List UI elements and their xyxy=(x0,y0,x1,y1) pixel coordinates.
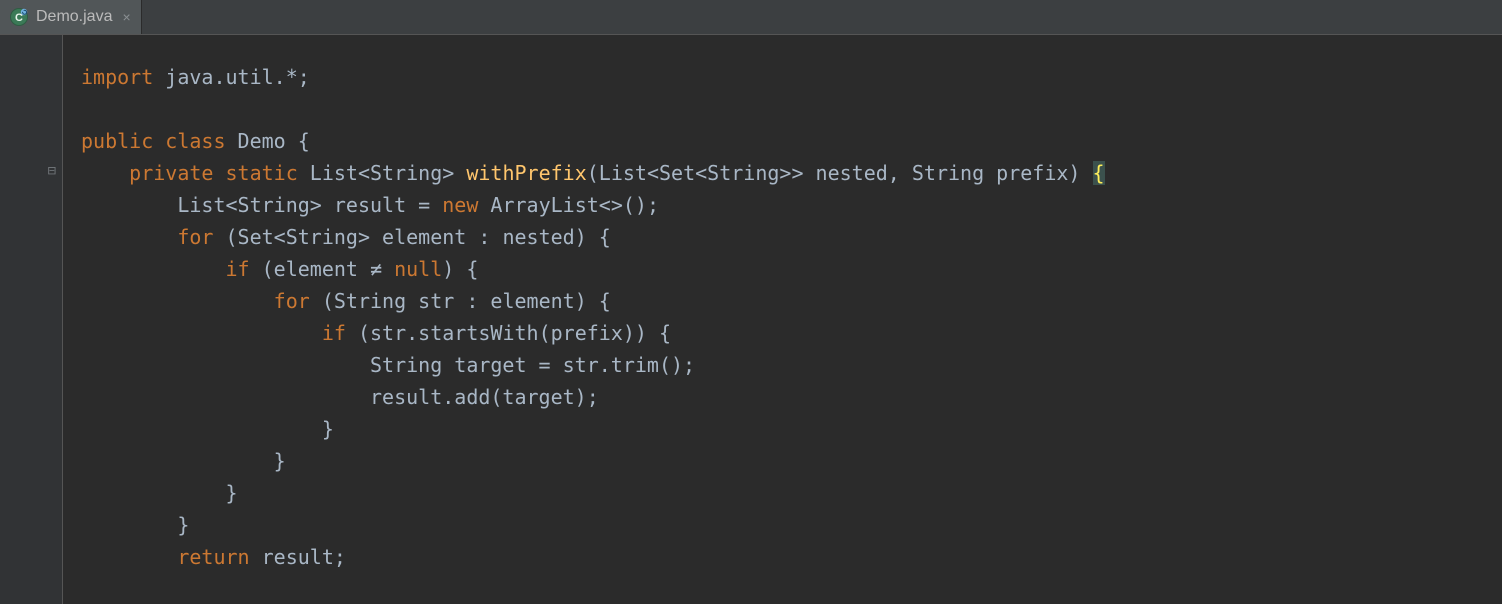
close-icon[interactable]: × xyxy=(120,9,132,25)
editor-tab-demo-java[interactable]: C Demo.java × xyxy=(0,0,142,34)
editor-gutter[interactable]: ⊟ xyxy=(0,35,63,604)
code-token xyxy=(81,257,226,281)
code-token: List<String> result = xyxy=(81,193,442,217)
code-line[interactable]: private static List<String> withPrefix(L… xyxy=(81,157,1502,189)
code-token: } xyxy=(81,513,189,537)
code-token: for xyxy=(177,225,225,249)
code-token: new xyxy=(442,193,490,217)
code-area[interactable]: import java.util.*; public class Demo { p… xyxy=(63,35,1502,604)
code-token: } xyxy=(81,417,334,441)
code-token xyxy=(81,289,274,313)
code-token: (List<Set<String>> nested, String prefix… xyxy=(587,161,1093,185)
code-token xyxy=(81,545,177,569)
editor-tab-label: Demo.java xyxy=(36,8,112,26)
code-line[interactable]: public class Demo { xyxy=(81,125,1502,157)
code-token: return xyxy=(177,545,261,569)
code-line[interactable] xyxy=(81,93,1502,125)
code-token: { xyxy=(1093,161,1105,185)
code-line[interactable]: for (String str : element) { xyxy=(81,285,1502,317)
code-token: String target = str.trim(); xyxy=(81,353,695,377)
code-token: } xyxy=(81,449,286,473)
code-token: result; xyxy=(262,545,346,569)
code-token: import xyxy=(81,65,165,89)
code-token: (element ≠ xyxy=(262,257,394,281)
code-token: private static xyxy=(129,161,310,185)
code-token xyxy=(81,321,322,345)
code-token: public class xyxy=(81,129,238,153)
code-token: Demo xyxy=(238,129,298,153)
code-line[interactable]: for (Set<String> element : nested) { xyxy=(81,221,1502,253)
code-token: (Set<String> element : nested) { xyxy=(226,225,611,249)
code-line[interactable]: } xyxy=(81,413,1502,445)
code-line[interactable]: List<String> result = new ArrayList<>(); xyxy=(81,189,1502,221)
code-line[interactable]: if (str.startsWith(prefix)) { xyxy=(81,317,1502,349)
code-token: null xyxy=(394,257,442,281)
code-token: result.add(target); xyxy=(81,385,599,409)
code-line[interactable]: String target = str.trim(); xyxy=(81,349,1502,381)
java-class-icon: C xyxy=(10,8,28,26)
code-token: ) { xyxy=(442,257,478,281)
code-token: (str.startsWith(prefix)) { xyxy=(358,321,671,345)
code-token xyxy=(81,225,177,249)
code-editor[interactable]: ⊟ import java.util.*; public class Demo {… xyxy=(0,35,1502,604)
code-line[interactable]: } xyxy=(81,477,1502,509)
code-line[interactable]: } xyxy=(81,445,1502,477)
code-line[interactable]: import java.util.*; xyxy=(81,61,1502,93)
code-token: withPrefix xyxy=(466,161,586,185)
code-line[interactable]: } xyxy=(81,509,1502,541)
editor-tab-bar: C Demo.java × xyxy=(0,0,1502,35)
code-token: ArrayList<>(); xyxy=(490,193,659,217)
code-token xyxy=(81,161,129,185)
code-token: (String str : element) { xyxy=(322,289,611,313)
code-token: } xyxy=(81,481,238,505)
code-token: java.util.*; xyxy=(165,65,310,89)
fold-toggle-icon[interactable]: ⊟ xyxy=(48,155,56,187)
code-line[interactable]: if (element ≠ null) { xyxy=(81,253,1502,285)
code-token: { xyxy=(298,129,310,153)
code-token: if xyxy=(322,321,358,345)
code-line[interactable]: result.add(target); xyxy=(81,381,1502,413)
code-token: if xyxy=(226,257,262,281)
code-token: for xyxy=(274,289,322,313)
code-line[interactable]: return result; xyxy=(81,541,1502,573)
code-token: List<String> xyxy=(310,161,467,185)
